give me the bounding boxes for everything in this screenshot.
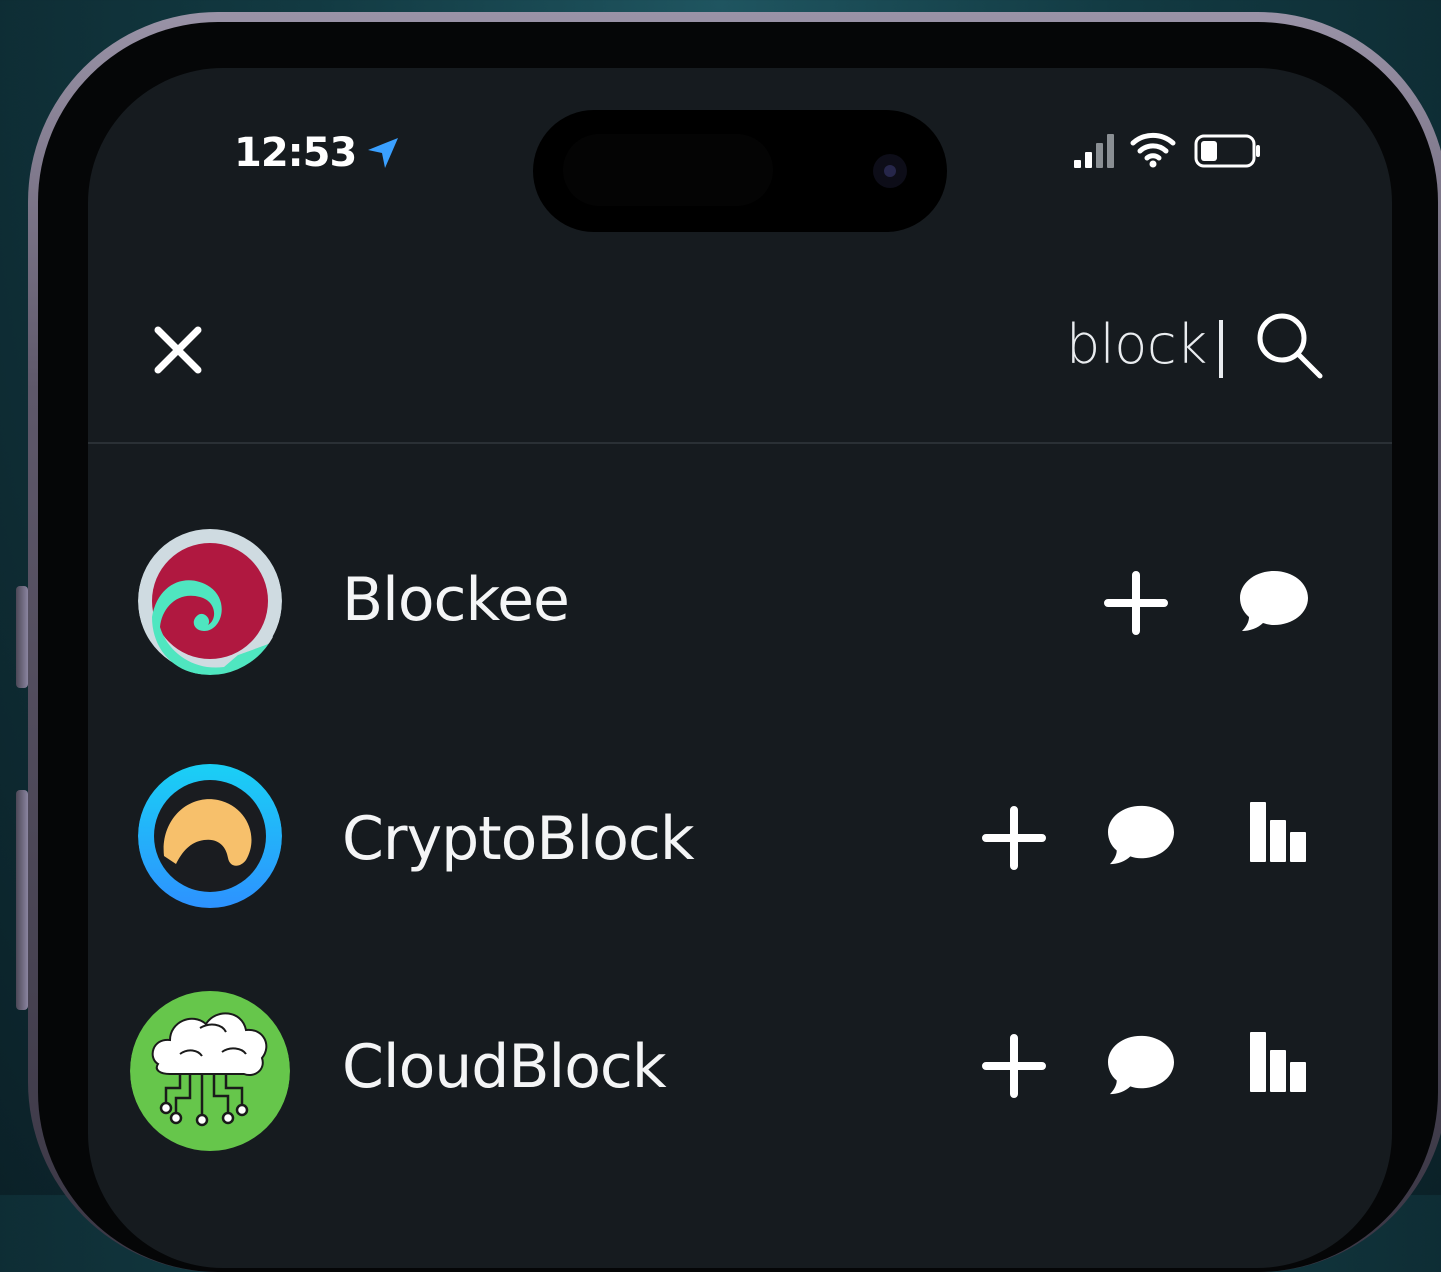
header-divider [88,442,1392,444]
list-item[interactable]: CryptoBlock [88,758,1392,918]
blockee-logo [138,529,282,675]
search-input[interactable]: block [1066,314,1207,376]
bar-chart-icon[interactable] [1248,800,1310,864]
plus-icon[interactable] [982,806,1046,870]
app-screen: 12:53 block Blockee CryptoBlock CloudBlo… [88,68,1392,1268]
result-name: CloudBlock [342,1032,667,1102]
dynamic-island [533,110,947,232]
plus-icon[interactable] [1104,571,1168,635]
chat-bubble-icon[interactable] [1238,567,1310,635]
battery-icon [1194,134,1260,168]
chat-bubble-icon[interactable] [1106,802,1176,868]
chat-bubble-icon[interactable] [1106,1032,1176,1098]
text-caret [1219,320,1223,378]
close-icon[interactable] [150,322,206,378]
result-name: CryptoBlock [342,804,695,874]
list-item[interactable]: CloudBlock [88,986,1392,1151]
side-button-volume-up [16,790,28,1010]
wifi-icon [1130,132,1176,168]
side-button-action [16,586,28,688]
plus-icon[interactable] [982,1034,1046,1098]
camera-icon [873,154,907,188]
bar-chart-icon[interactable] [1248,1030,1310,1094]
search-icon[interactable] [1254,310,1326,382]
result-name: Blockee [342,565,570,635]
status-time: 12:53 [234,130,357,176]
cryptoblock-logo [138,764,282,908]
location-arrow-icon [368,138,398,168]
list-item[interactable]: Blockee [88,523,1392,683]
cellular-signal-icon [1074,134,1114,168]
cloudblock-logo [130,991,290,1151]
